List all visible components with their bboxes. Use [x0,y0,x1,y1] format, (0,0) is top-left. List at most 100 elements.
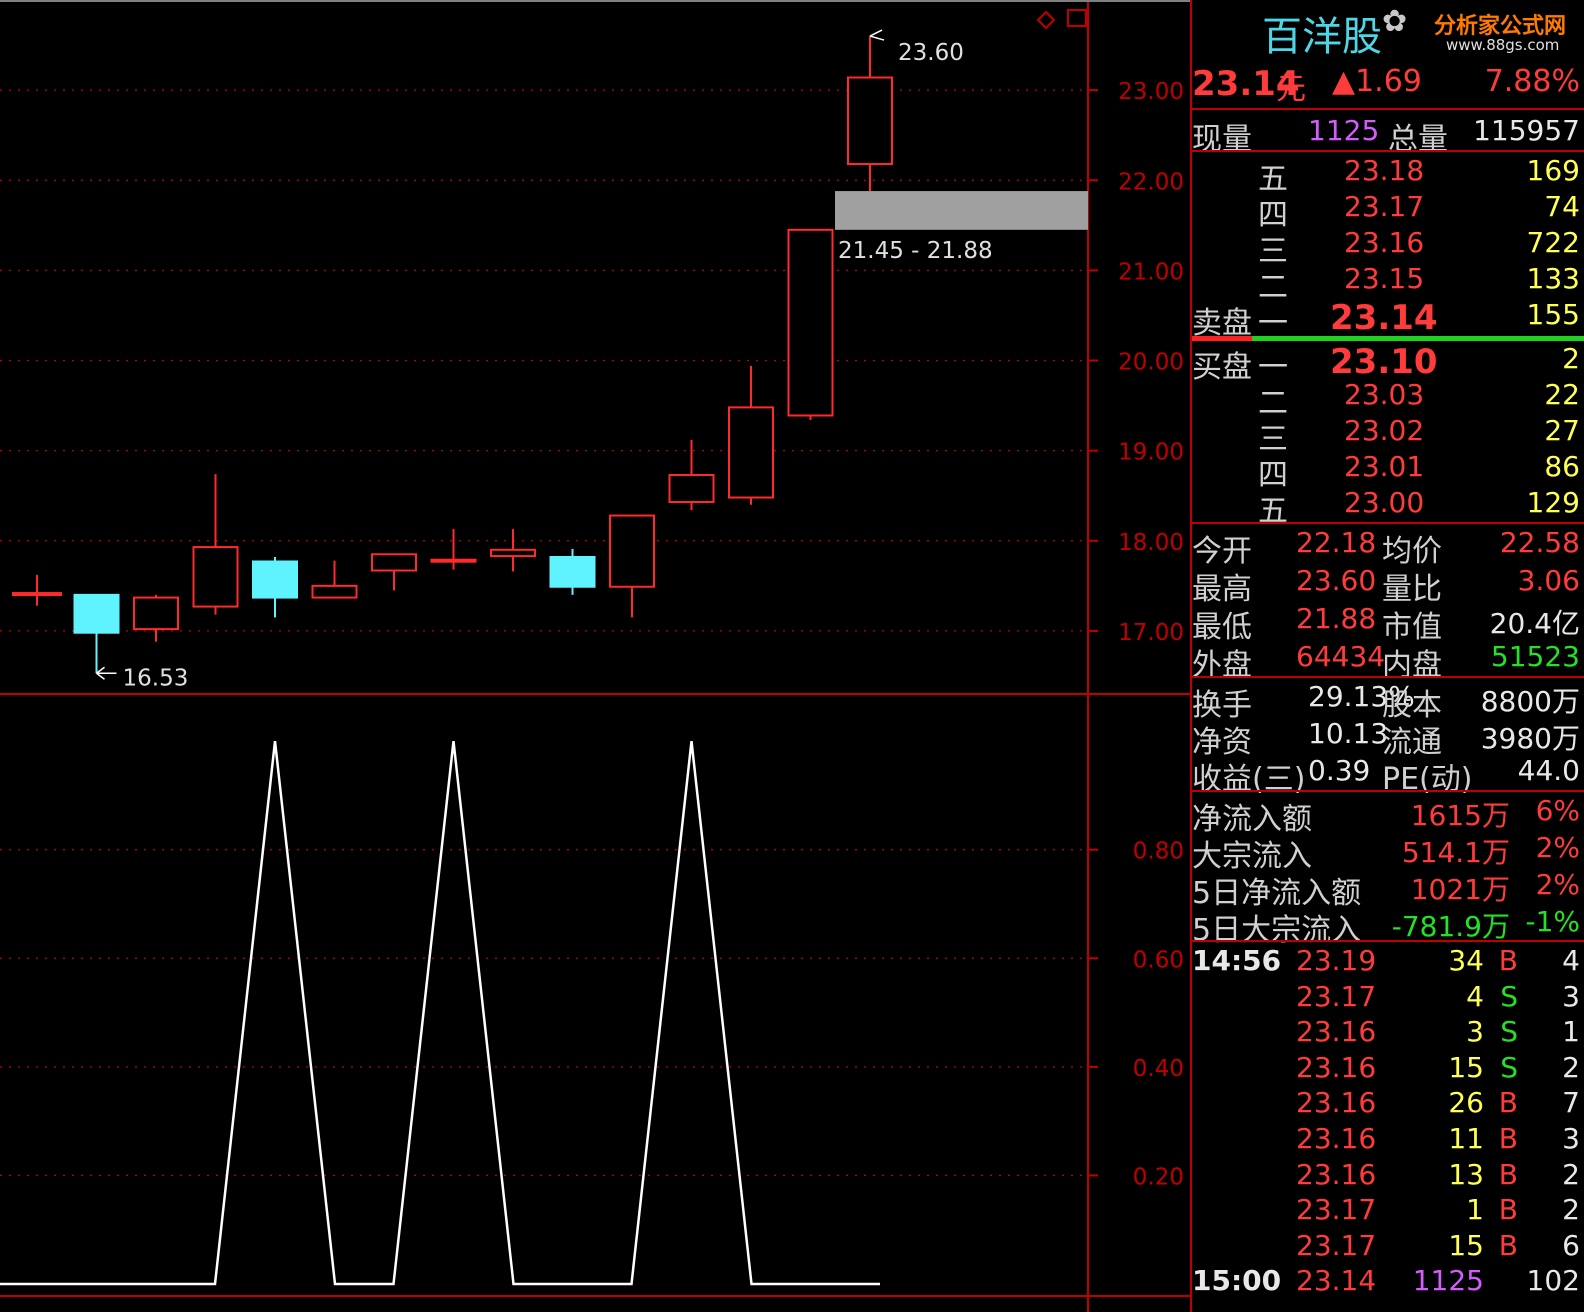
price-change: ▲1.69 [1332,64,1422,99]
tick-row[interactable]: 23.16 13 B 2 [1196,1158,1580,1194]
diamond-icon [1036,10,1056,30]
book-quantity: 74 [1544,190,1580,223]
flow-percent: 6% [1535,794,1580,827]
tick-quantity: 3 [1466,1015,1484,1049]
candle-body [12,592,62,597]
candle-body [490,548,536,558]
fundamental-row: 净资 10.13 流通 3980万 [1192,717,1580,760]
book-quantity: 22 [1544,378,1580,411]
tick-quantity: 26 [1448,1086,1484,1120]
price-axis-label: 23.00 [1118,79,1184,105]
candle-body [73,593,120,634]
tick-count: 6 [1562,1228,1580,1262]
tick-count: 2 [1562,1157,1580,1191]
quote-stat-row: 最低 21.88 市值 20.4亿 [1192,602,1580,645]
price-axis-label: 19.00 [1118,440,1184,466]
flow-percent: -1% [1525,905,1580,938]
flow-percent: 2% [1535,868,1580,901]
watermark-url: www.88gs.com [1446,36,1560,54]
book-quantity: 155 [1526,298,1580,331]
tick-row[interactable]: 15:00 23.14 1125 102 [1192,1264,1580,1300]
change-percent: 7.88% [1484,64,1580,99]
price-axis-label: 22.00 [1118,169,1184,195]
flow-value: 1615万 [1410,799,1510,832]
tick-side: B [1498,1086,1518,1120]
tick-side: S [1500,979,1518,1013]
tick-count: 102 [1526,1264,1580,1298]
candle-body [609,514,655,588]
flow-value: 514.1万 [1401,836,1510,869]
quote-stat-row: 今开 22.18 均价 22.58 [1192,526,1580,569]
tick-price: 23.17 [1296,979,1377,1013]
kline-chart[interactable]: 17.00 18.00 19.00 20.00 21.00 22.00 23.00 23.60… [0,0,1190,1312]
stat-value: 3.06 [1517,564,1580,597]
stat-value: 64434 [1296,640,1386,673]
order-book-row: 五 23.18 169 [1196,154,1580,197]
candle-body [728,406,774,499]
fundamental-row: 收益(三) 0.39 PE(动) 44.0 [1192,754,1580,797]
book-price: 23.01 [1344,450,1425,483]
order-book-row: 卖盘一 23.14 155 [1192,298,1580,341]
stock-header: 百洋股 ✿ 分析家公式网 www.88gs.com [1196,4,1580,60]
order-book-row: 二 23.15 133 [1196,262,1580,305]
candle-body [668,473,715,504]
book-quantity: 722 [1526,226,1580,259]
flow-value: 1021万 [1410,873,1510,906]
tick-count: 1 [1562,1015,1580,1049]
tick-row[interactable]: 23.16 11 B 3 [1196,1122,1580,1158]
order-book-row: 买盘一 23.10 2 [1192,342,1580,385]
fund-value: 8800万 [1480,685,1580,718]
quote-stat-row: 最高 23.60 量比 3.06 [1192,564,1580,607]
tick-count: 7 [1562,1086,1580,1120]
indicator-axis-label: 0.80 [1133,839,1184,865]
candle-body [549,556,596,588]
candle-body [252,560,298,599]
order-book-row: 三 23.16 722 [1196,226,1580,269]
tick-price: 23.17 [1296,1228,1377,1262]
stat-value: 51523 [1490,640,1580,673]
tick-row[interactable]: 23.17 4 S 3 [1196,980,1580,1016]
price-axis-label: 18.00 [1118,530,1184,556]
tick-row[interactable]: 23.17 15 B 6 [1196,1229,1580,1265]
tick-price: 23.16 [1296,1122,1377,1155]
tick-side: B [1498,1228,1518,1262]
tick-time: 15:00 [1192,1264,1282,1298]
fundamental-row: 换手 29.13% 股本 8800万 [1192,680,1580,723]
candle-body [192,546,239,608]
book-quantity: 86 [1544,450,1580,483]
tick-side: S [1500,1050,1518,1084]
gap-zone [835,191,1088,230]
now-volume-value: 1125 [1308,114,1380,147]
tick-quantity: 13 [1448,1157,1484,1191]
gap-range-label: 21.45 - 21.88 [838,238,993,264]
tick-quantity: 15 [1448,1050,1484,1084]
candle-body [371,553,417,572]
tick-side: B [1498,944,1518,977]
book-quantity: 2 [1562,342,1580,375]
tick-row[interactable]: 23.17 1 B 2 [1196,1193,1580,1229]
book-price: 23.17 [1344,190,1425,223]
tick-count: 3 [1562,979,1580,1013]
fund-value: 3980万 [1480,722,1580,755]
book-price: 23.14 [1330,298,1438,338]
order-book-row: 三 23.02 27 [1196,414,1580,457]
chart-area[interactable]: 17.00 18.00 19.00 20.00 21.00 22.00 23.00 23.60… [0,0,1190,1312]
high-marker-arrow [869,29,885,41]
tick-quantity: 4 [1466,979,1484,1013]
book-price: 23.10 [1330,342,1438,382]
fund-value: 10.13 [1308,717,1389,750]
flower-logo-icon: ✿ [1382,4,1408,39]
order-book-row: 五 23.00 129 [1196,486,1580,529]
quote-panel: 百洋股 ✿ 分析家公式网 www.88gs.com 23.14 元 ▲1.69 … [1190,0,1584,1312]
book-quantity: 169 [1526,154,1580,187]
tick-row[interactable]: 23.16 15 S 2 [1196,1051,1580,1087]
tick-row[interactable]: 23.16 26 B 7 [1196,1086,1580,1122]
book-price: 23.15 [1344,262,1425,295]
tick-price: 23.16 [1296,1157,1377,1191]
tick-row[interactable]: 23.16 3 S 1 [1196,1015,1580,1051]
tick-row[interactable]: 14:56 23.19 34 B 4 [1192,944,1580,980]
candle-body [430,558,477,563]
candle-body [787,228,834,417]
tick-count: 3 [1562,1122,1580,1155]
high-price-label: 23.60 [898,40,964,66]
